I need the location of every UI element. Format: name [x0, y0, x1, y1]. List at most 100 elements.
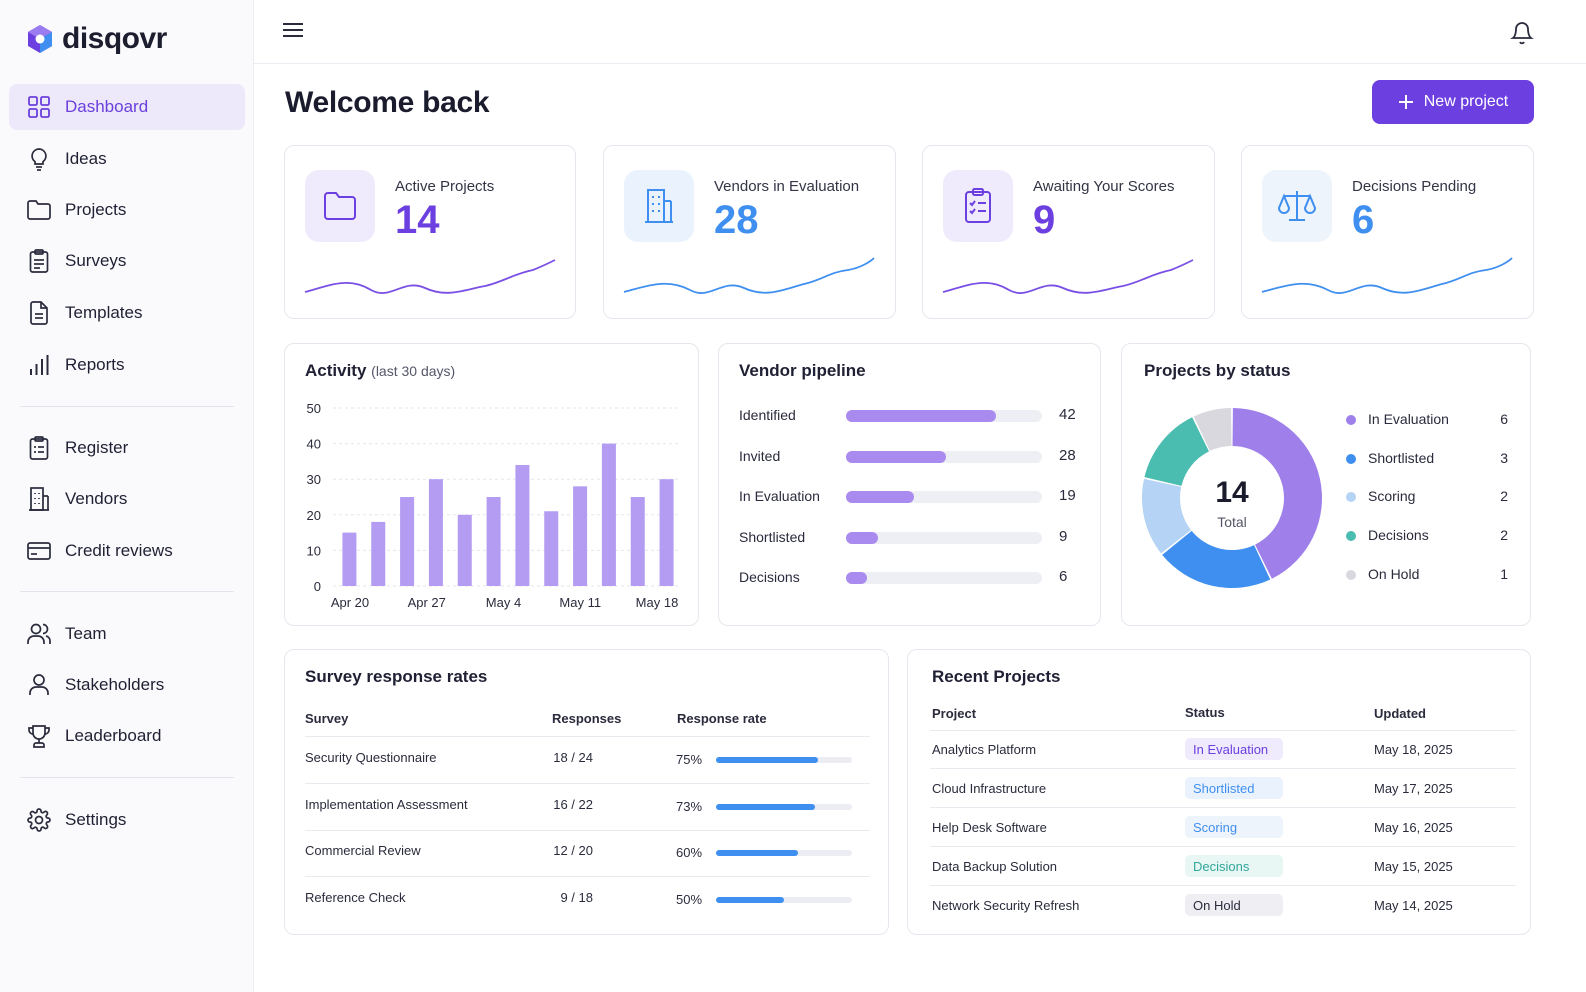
column-header-project: Project — [932, 706, 977, 721]
updated-date: May 18, 2025 — [1374, 742, 1453, 757]
rate-bar — [716, 757, 818, 763]
bar-chart-icon — [27, 353, 51, 377]
sidebar-item-label: Settings — [65, 810, 127, 829]
updated-date: May 16, 2025 — [1374, 820, 1453, 835]
x-tick-label: May 18 — [636, 595, 679, 610]
stat-value: 28 — [714, 198, 759, 242]
pipeline-value: 19 — [1059, 487, 1076, 504]
legend-item: Scoring 2 — [1346, 486, 1516, 506]
project-name[interactable]: Cloud Infrastructure — [932, 781, 1046, 796]
sidebar-item-label: Vendors — [65, 489, 128, 508]
row-divider — [305, 783, 870, 784]
sidebar-item-templates[interactable]: Templates — [9, 290, 245, 336]
legend-value: 1 — [1500, 565, 1508, 582]
survey-name[interactable]: Implementation Assessment — [305, 797, 468, 812]
legend-item: Decisions 2 — [1346, 525, 1516, 545]
sidebar-item-label: Credit reviews — [65, 541, 173, 560]
survey-responses: 9 / 18 — [560, 889, 593, 905]
pipeline-label: Shortlisted — [739, 528, 806, 545]
sidebar-item-label: Templates — [65, 303, 143, 322]
stat-card-awaiting-scores[interactable]: Awaiting Your Scores 9 — [922, 145, 1215, 319]
sidebar-item-vendors[interactable]: Vendors — [9, 476, 245, 522]
legend-item: On Hold 1 — [1346, 564, 1516, 584]
pipeline-label: In Evaluation — [739, 488, 820, 504]
legend-value: 6 — [1500, 411, 1508, 427]
sidebar-item-register[interactable]: Register — [9, 425, 245, 471]
row-divider — [930, 885, 1516, 886]
legend-value: 2 — [1500, 488, 1508, 505]
table-divider — [930, 730, 1516, 731]
activity-chart: 50 40 30 20 10 0 Apr 20 Apr 27 May 4 May 11 May 18 — [307, 401, 679, 610]
survey-responses: 18 / 24 — [553, 750, 593, 765]
logo[interactable]: disqovr — [26, 22, 167, 56]
stat-label: Vendors in Evaluation — [714, 178, 860, 195]
survey-name[interactable]: Reference Check — [305, 890, 405, 905]
sidebar-item-label: Dashboard — [65, 97, 149, 116]
sidebar-item-surveys[interactable]: Surveys — [9, 238, 245, 284]
stat-card-vendors-in-evaluation[interactable]: Vendors in Evaluation 28 — [603, 145, 896, 319]
sidebar: disqovr Dashboard Ideas Projects Surveys… — [0, 0, 254, 992]
pipeline-label: Decisions — [739, 569, 800, 585]
sidebar-item-label: Reports — [65, 355, 125, 374]
project-name[interactable]: Help Desk Software — [932, 820, 1047, 835]
y-tick-label: 20 — [307, 508, 321, 523]
stat-label: Awaiting Your Scores — [1033, 178, 1175, 195]
rate-bar-track — [716, 757, 852, 763]
sidebar-item-settings[interactable]: Settings — [9, 797, 245, 843]
rate-bar — [716, 803, 816, 810]
sidebar-item-label: Ideas — [65, 149, 107, 168]
new-project-button[interactable]: New project — [1372, 80, 1534, 124]
table-divider — [305, 736, 870, 737]
updated-date: May 15, 2025 — [1374, 859, 1453, 874]
legend-dot — [1346, 453, 1356, 464]
user-icon — [27, 673, 51, 697]
sidebar-item-label: Register — [65, 438, 129, 457]
activity-bar — [400, 497, 415, 586]
legend-label: Shortlisted — [1368, 449, 1435, 466]
survey-rate-label: 50% — [676, 891, 703, 907]
status-title: Projects by status — [1144, 361, 1291, 380]
column-header-survey: Survey — [305, 711, 349, 726]
survey-name[interactable]: Commercial Review — [305, 843, 421, 858]
sidebar-item-ideas[interactable]: Ideas — [9, 136, 245, 182]
sidebar-item-leaderboard[interactable]: Leaderboard — [9, 713, 245, 759]
project-name[interactable]: Analytics Platform — [932, 742, 1036, 757]
survey-response-card: Survey response rates Survey Responses R… — [284, 649, 889, 935]
hamburger-menu-icon[interactable] — [282, 20, 306, 44]
stat-value: 6 — [1352, 198, 1375, 242]
rate-bar — [716, 850, 798, 856]
x-tick-label: May 4 — [486, 595, 521, 610]
pipeline-row: Shortlisted 9 — [739, 527, 1079, 547]
pipeline-bar-track — [846, 450, 1042, 463]
stat-card-active-projects[interactable]: Active Projects 14 — [284, 145, 576, 319]
project-name[interactable]: Network Security Refresh — [932, 898, 1079, 913]
sidebar-item-label: Projects — [65, 200, 127, 219]
sidebar-item-label: Leaderboard — [65, 726, 162, 745]
legend-label: Decisions — [1368, 527, 1429, 544]
y-tick-label: 50 — [307, 401, 321, 416]
legend-value: 3 — [1500, 449, 1508, 466]
project-name[interactable]: Data Backup Solution — [932, 859, 1057, 874]
activity-bar — [342, 532, 357, 586]
scale-icon — [1262, 170, 1332, 242]
pipeline-bar — [846, 491, 914, 503]
sidebar-item-team[interactable]: Team — [9, 611, 245, 657]
pipeline-row: In Evaluation 19 — [739, 486, 1079, 506]
pipeline-bar-track — [846, 531, 1042, 544]
bell-icon[interactable] — [1510, 20, 1536, 46]
x-tick-label: Apr 20 — [331, 595, 369, 610]
pipeline-bar-track — [846, 572, 1042, 584]
sidebar-item-stakeholders[interactable]: Stakeholders — [9, 662, 245, 708]
x-tick-label: May 11 — [559, 595, 601, 610]
survey-rate-label: 73% — [676, 798, 703, 814]
stat-label: Decisions Pending — [1352, 178, 1477, 195]
sidebar-item-credit-reviews[interactable]: Credit reviews — [9, 528, 245, 574]
y-tick-label: 10 — [307, 543, 321, 558]
sparkline — [1261, 257, 1513, 294]
sidebar-item-reports[interactable]: Reports — [9, 342, 245, 388]
sidebar-item-projects[interactable]: Projects — [9, 187, 245, 233]
survey-name[interactable]: Security Questionnaire — [305, 750, 437, 765]
sidebar-item-dashboard[interactable]: Dashboard — [9, 84, 245, 130]
row-divider — [930, 846, 1516, 847]
stat-card-decisions-pending[interactable]: Decisions Pending 6 — [1241, 145, 1534, 319]
